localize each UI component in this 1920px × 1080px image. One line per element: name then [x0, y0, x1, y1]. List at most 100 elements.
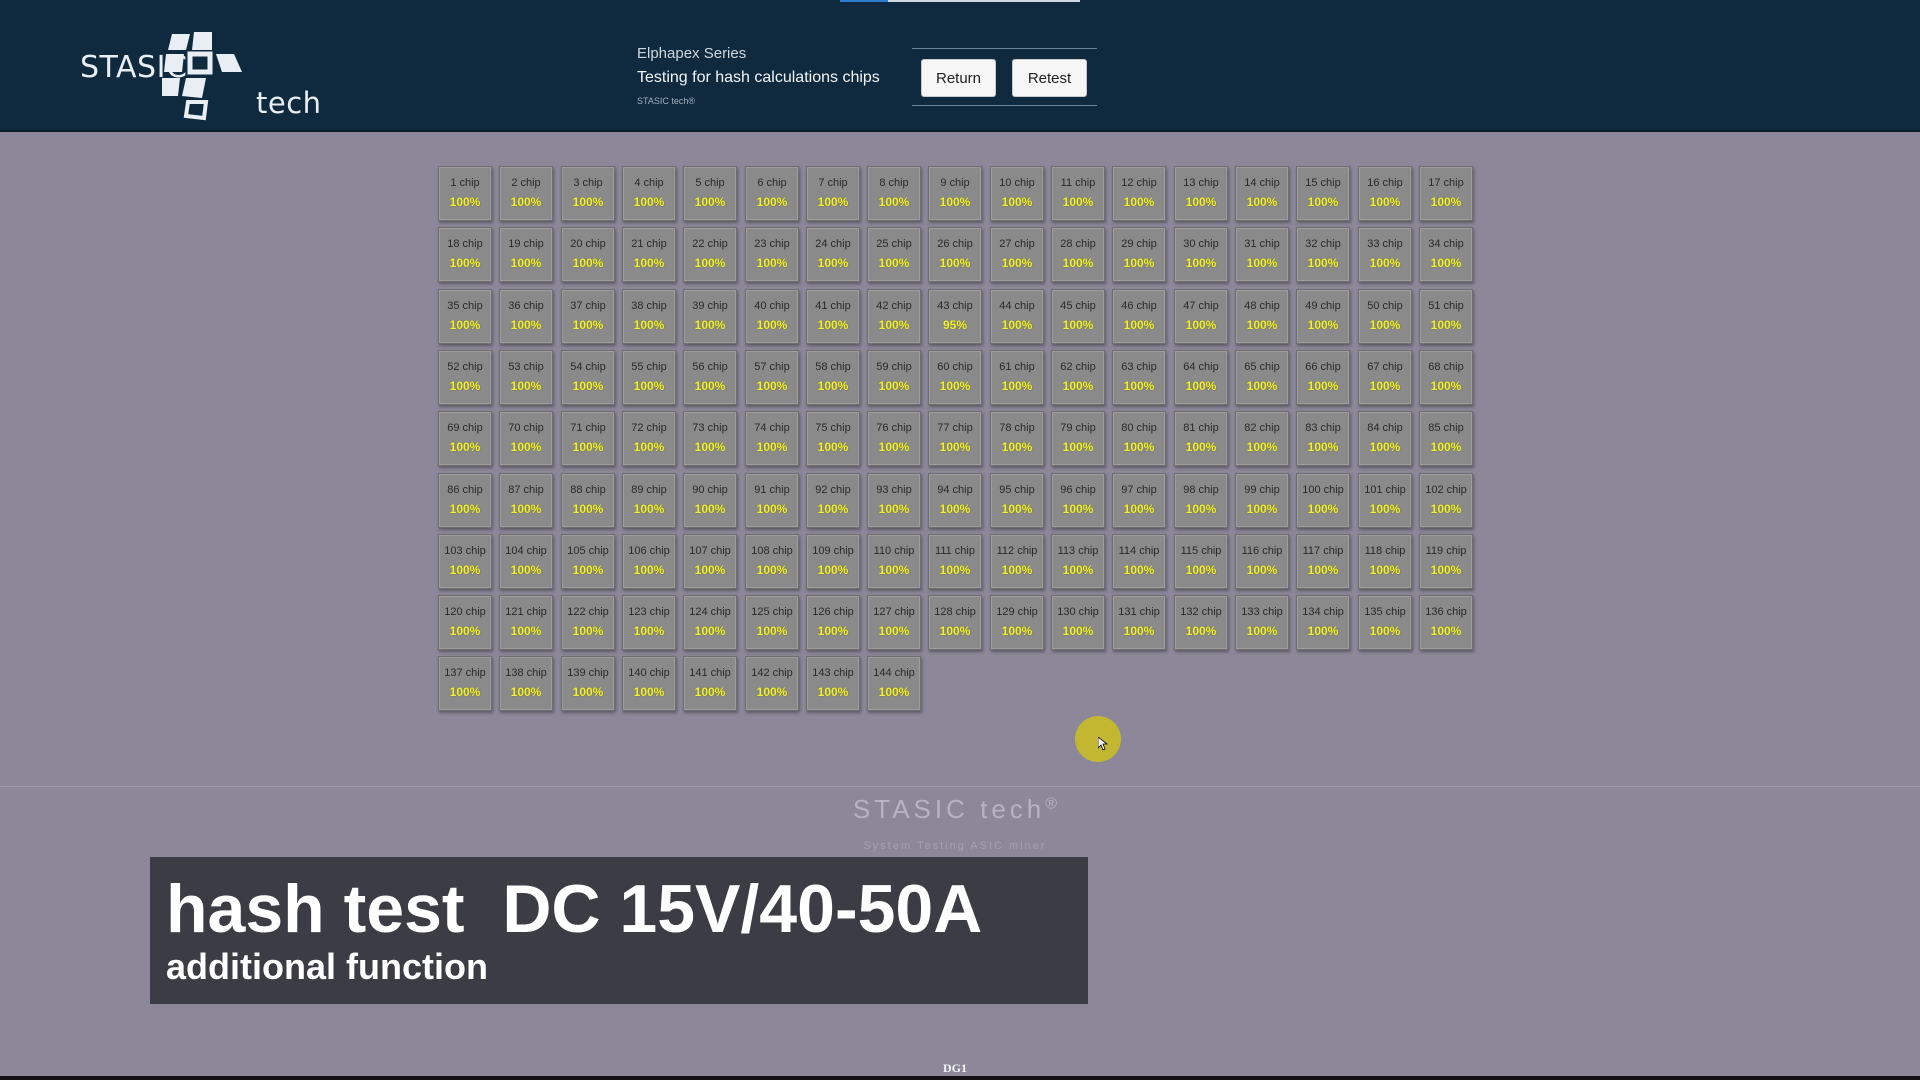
chip-label: 40 chip: [754, 300, 790, 312]
chip-value: 100%: [633, 195, 665, 209]
retest-button[interactable]: Retest: [1012, 59, 1087, 97]
chip-value: 100%: [756, 256, 788, 270]
chip-tile: 129 chip 100%: [990, 595, 1044, 650]
chip-value: 100%: [756, 502, 788, 516]
chip-value: 100%: [1369, 379, 1401, 393]
chip-value: 100%: [817, 318, 849, 332]
header-info: Elphapex Series Testing for hash calcula…: [637, 45, 880, 106]
chip-tile: 24 chip 100%: [806, 227, 860, 282]
chip-label: 10 chip: [999, 177, 1035, 189]
chip-tile: 143 chip 100%: [806, 656, 860, 711]
chip-value: 100%: [1185, 318, 1217, 332]
chip-tile: 89 chip 100%: [622, 473, 676, 528]
chip-label: 142 chip: [751, 667, 793, 679]
chip-tile: 31 chip 100%: [1235, 227, 1289, 282]
chip-label: 143 chip: [812, 667, 854, 679]
chip-tile: 25 chip 100%: [867, 227, 921, 282]
chip-label: 3 chip: [573, 177, 603, 189]
chip-label: 84 chip: [1367, 422, 1403, 434]
return-button[interactable]: Return: [921, 59, 996, 97]
chip-tile: 95 chip 100%: [990, 473, 1044, 528]
chip-value: 100%: [633, 440, 665, 454]
chip-value: 100%: [572, 685, 604, 699]
chip-value: 100%: [1062, 624, 1094, 638]
chip-label: 82 chip: [1244, 422, 1280, 434]
chip-label: 47 chip: [1183, 300, 1219, 312]
chip-value: 100%: [1185, 379, 1217, 393]
chip-label: 86 chip: [447, 484, 483, 496]
chip-value: 100%: [633, 502, 665, 516]
chip-label: 73 chip: [692, 422, 728, 434]
chip-tile: 90 chip 100%: [683, 473, 737, 528]
chip-tile: 64 chip 100%: [1174, 350, 1228, 405]
chip-value: 100%: [1001, 318, 1033, 332]
chip-value: 100%: [756, 440, 788, 454]
chip-value: 100%: [1369, 624, 1401, 638]
chip-label: 75 chip: [815, 422, 851, 434]
chip-value: 100%: [1246, 318, 1278, 332]
chip-value: 100%: [878, 563, 910, 577]
chip-value: 100%: [694, 624, 726, 638]
chip-tile: 101 chip 100%: [1358, 473, 1412, 528]
chip-tile: 47 chip 100%: [1174, 289, 1228, 344]
chip-tile: 133 chip 100%: [1235, 595, 1289, 650]
chip-value: 100%: [1185, 563, 1217, 577]
chip-label: 127 chip: [873, 606, 915, 618]
chip-label: 68 chip: [1428, 361, 1464, 373]
chip-label: 12 chip: [1121, 177, 1157, 189]
chip-label: 119 chip: [1425, 545, 1467, 557]
chip-label: 102 chip: [1425, 484, 1467, 496]
chip-label: 97 chip: [1121, 484, 1157, 496]
chip-value: 100%: [1430, 318, 1462, 332]
chip-label: 8 chip: [879, 177, 909, 189]
chip-tile: 59 chip 100%: [867, 350, 921, 405]
chip-label: 80 chip: [1121, 422, 1157, 434]
chip-tile: 112 chip 100%: [990, 534, 1044, 589]
chip-tile: 48 chip 100%: [1235, 289, 1289, 344]
chip-label: 133 chip: [1241, 606, 1283, 618]
chip-value: 100%: [756, 624, 788, 638]
chip-label: 45 chip: [1060, 300, 1096, 312]
chip-value: 100%: [1307, 502, 1339, 516]
chip-label: 63 chip: [1121, 361, 1157, 373]
chip-value: 100%: [1062, 256, 1094, 270]
chip-tile: 54 chip 100%: [561, 350, 615, 405]
chip-tile: 69 chip 100%: [438, 411, 492, 466]
chip-tile: 20 chip 100%: [561, 227, 615, 282]
chip-value: 100%: [449, 624, 481, 638]
chip-value: 100%: [756, 318, 788, 332]
chip-tile: 137 chip 100%: [438, 656, 492, 711]
chip-tile: 65 chip 100%: [1235, 350, 1289, 405]
chip-label: 33 chip: [1367, 238, 1403, 250]
chip-value: 100%: [1185, 440, 1217, 454]
chip-label: 30 chip: [1183, 238, 1219, 250]
chip-label: 74 chip: [754, 422, 790, 434]
chip-tile: 46 chip 100%: [1112, 289, 1166, 344]
chip-tile: 74 chip 100%: [745, 411, 799, 466]
chip-tile: 111 chip 100%: [928, 534, 982, 589]
chip-value: 100%: [1307, 256, 1339, 270]
chip-label: 58 chip: [815, 361, 851, 373]
chip-tile: 136 chip 100%: [1419, 595, 1473, 650]
chip-value: 100%: [633, 685, 665, 699]
chip-value: 100%: [510, 318, 542, 332]
chip-label: 64 chip: [1183, 361, 1219, 373]
chip-value: 100%: [572, 318, 604, 332]
chip-tile: 107 chip 100%: [683, 534, 737, 589]
chip-tile: 60 chip 100%: [928, 350, 982, 405]
chip-value: 100%: [756, 685, 788, 699]
chip-tile: 50 chip 100%: [1358, 289, 1412, 344]
chip-value: 100%: [1001, 502, 1033, 516]
chip-label: 123 chip: [628, 606, 670, 618]
chip-value: 100%: [878, 685, 910, 699]
chip-value: 100%: [1307, 563, 1339, 577]
chip-label: 41 chip: [815, 300, 851, 312]
chip-tile: 3 chip 100%: [561, 166, 615, 221]
chip-tile: 122 chip 100%: [561, 595, 615, 650]
chip-value: 100%: [572, 379, 604, 393]
chip-value: 100%: [817, 563, 849, 577]
chip-value: 100%: [1062, 563, 1094, 577]
chip-label: 100 chip: [1302, 484, 1344, 496]
chip-value: 100%: [939, 624, 971, 638]
chip-value: 100%: [817, 195, 849, 209]
